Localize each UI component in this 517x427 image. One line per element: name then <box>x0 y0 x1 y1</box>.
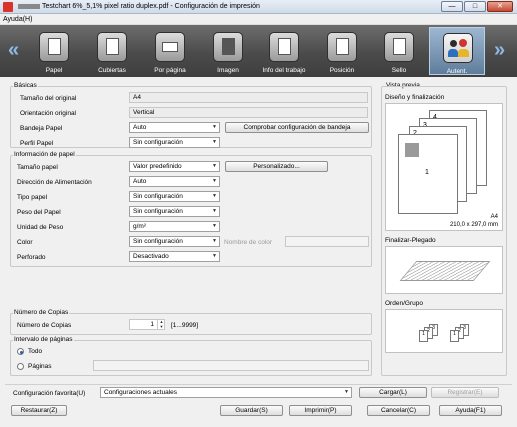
all-pages-label: Todo <box>28 348 43 355</box>
fold-graphic <box>399 261 491 281</box>
tab-label: Sello <box>391 67 407 74</box>
tab-paper[interactable]: Papel <box>26 27 82 75</box>
tab-label: Cubiertas <box>98 67 126 74</box>
tab-stamp[interactable]: Sello <box>371 27 427 75</box>
favorite-select[interactable]: Configuraciones actuales <box>100 387 352 398</box>
punch-label: Perforado <box>17 254 46 261</box>
paper-profile-select[interactable]: Sin configuración <box>129 137 220 148</box>
paper-profile-label: Perfil Papel <box>20 140 54 147</box>
pages-input[interactable] <box>93 360 369 371</box>
separator <box>5 384 512 385</box>
tab-per-page[interactable]: Por página <box>142 27 198 75</box>
register-button[interactable]: Registrar(E) <box>431 387 499 398</box>
tab-position[interactable]: Posición <box>314 27 370 75</box>
ribbon-prev-arrow-icon[interactable]: « <box>8 39 19 62</box>
tab-job-info[interactable]: Info del trabajo <box>256 27 312 75</box>
paper-type-label: Tipo papel <box>17 194 48 201</box>
custom-size-button[interactable]: Personalizado... <box>225 161 328 172</box>
copies-group-title: Número de Copias <box>13 309 70 316</box>
app-icon <box>3 2 13 12</box>
paper-tray-label: Bandeja Papel <box>20 125 63 132</box>
order-preview: 3 2 1 3 2 1 <box>385 309 503 353</box>
function-ribbon: « » Papel Cubiertas Por página Imagen In… <box>0 25 517 77</box>
minimize-button[interactable]: — <box>441 1 463 12</box>
window-title: Testchart 6%_5,1% pixel ratio duplex.pdf… <box>18 3 260 10</box>
punch-select[interactable]: Desactivado <box>129 251 220 262</box>
close-button[interactable]: ✕ <box>487 1 513 12</box>
favorite-label: Configuración favorita(U) <box>13 390 86 397</box>
redacted-text <box>18 3 40 9</box>
paper-size-label: Tamaño papel <box>17 164 58 171</box>
tab-authentication[interactable]: Autent. <box>429 27 485 75</box>
menu-help[interactable]: Ayuda(H) <box>3 16 32 23</box>
authentication-icon <box>443 33 473 63</box>
feed-direction-label: Dirección de Alimentación <box>17 179 92 186</box>
paper-icon <box>39 32 69 62</box>
copies-value: 1 <box>150 321 154 328</box>
maximize-button[interactable]: □ <box>464 1 486 12</box>
original-orientation-label: Orientación original <box>20 110 77 117</box>
pages-radio[interactable] <box>17 363 24 370</box>
image-icon <box>213 32 243 62</box>
fold-preview <box>385 246 503 294</box>
tab-label: Papel <box>45 67 63 74</box>
paper-type-select[interactable]: Sin configuración <box>129 191 220 202</box>
load-button[interactable]: Cargar(L) <box>359 387 427 398</box>
copies-range: [1...9999] <box>171 322 199 329</box>
pages-label: Páginas <box>28 363 52 370</box>
paper-info-title: Información de papel <box>13 151 76 158</box>
all-pages-radio[interactable] <box>17 348 24 355</box>
stamp-icon <box>384 32 414 62</box>
window-title-bar: Testchart 6%_5,1% pixel ratio duplex.pdf… <box>0 0 517 14</box>
weight-unit-label: Unidad de Peso <box>17 224 64 231</box>
check-tray-button[interactable]: Comprobar configuración de bandeja <box>225 122 369 133</box>
per-page-icon <box>155 32 185 62</box>
original-orientation-value: Vertical <box>129 107 368 118</box>
tab-covers[interactable]: Cubiertas <box>84 27 140 75</box>
paper-tray-select[interactable]: Auto <box>129 122 220 133</box>
menu-bar: Ayuda(H) <box>0 14 517 25</box>
tab-label: Autent. <box>446 68 468 75</box>
original-size-value: A4 <box>129 92 368 103</box>
position-icon <box>327 32 357 62</box>
fold-title: Finalizar-Plegado <box>385 237 436 244</box>
layout-preview: 4 3 2 1 A4 210,0 x 297,0 mm <box>385 103 503 231</box>
ribbon-next-arrow-icon[interactable]: » <box>494 39 505 62</box>
paper-weight-select[interactable]: Sin configuración <box>129 206 220 217</box>
layout-finish-title: Diseño y finalización <box>385 94 445 101</box>
preview-sheet-1: 1 <box>398 134 458 214</box>
tab-label: Posición <box>329 67 355 74</box>
cancel-button[interactable]: Cancelar(C) <box>367 405 430 416</box>
copies-label: Número de Copias <box>17 322 72 329</box>
print-button[interactable]: Imprimir(P) <box>289 405 352 416</box>
color-label: Color <box>17 239 33 246</box>
feed-direction-select[interactable]: Auto <box>129 176 220 187</box>
tab-image[interactable]: Imagen <box>200 27 256 75</box>
help-button[interactable]: Ayuda(F1) <box>439 405 502 416</box>
preview-paper-dims: 210,0 x 297,0 mm <box>449 222 498 228</box>
cover-icon <box>97 32 127 62</box>
weight-unit-select[interactable]: g/m² <box>129 221 220 232</box>
page-range-title: Intervalo de páginas <box>13 336 74 343</box>
color-name-label: Nombre de color <box>224 239 273 246</box>
preview-paper-name: A4 <box>490 214 498 220</box>
original-size-label: Tamaño del original <box>20 95 77 102</box>
tab-label: Imagen <box>217 67 239 74</box>
order-group-title: Orden/Grupo <box>385 300 423 307</box>
basic-group-title: Básicas <box>13 82 38 89</box>
tab-label: Por página <box>154 67 186 74</box>
save-button[interactable]: Guardar(S) <box>220 405 283 416</box>
paper-weight-label: Peso del Papel <box>17 209 61 216</box>
restore-button[interactable]: Restaurar(Z) <box>11 405 67 416</box>
job-info-icon <box>269 32 299 62</box>
copies-stepper[interactable]: ▲ ▼ <box>157 319 165 330</box>
preview-graphic-icon <box>405 143 419 157</box>
color-select[interactable]: Sin configuración <box>129 236 220 247</box>
color-name-input[interactable] <box>285 236 369 247</box>
tab-label: Info del trabajo <box>262 67 306 74</box>
paper-size-select[interactable]: Valor predefinido <box>129 161 220 172</box>
